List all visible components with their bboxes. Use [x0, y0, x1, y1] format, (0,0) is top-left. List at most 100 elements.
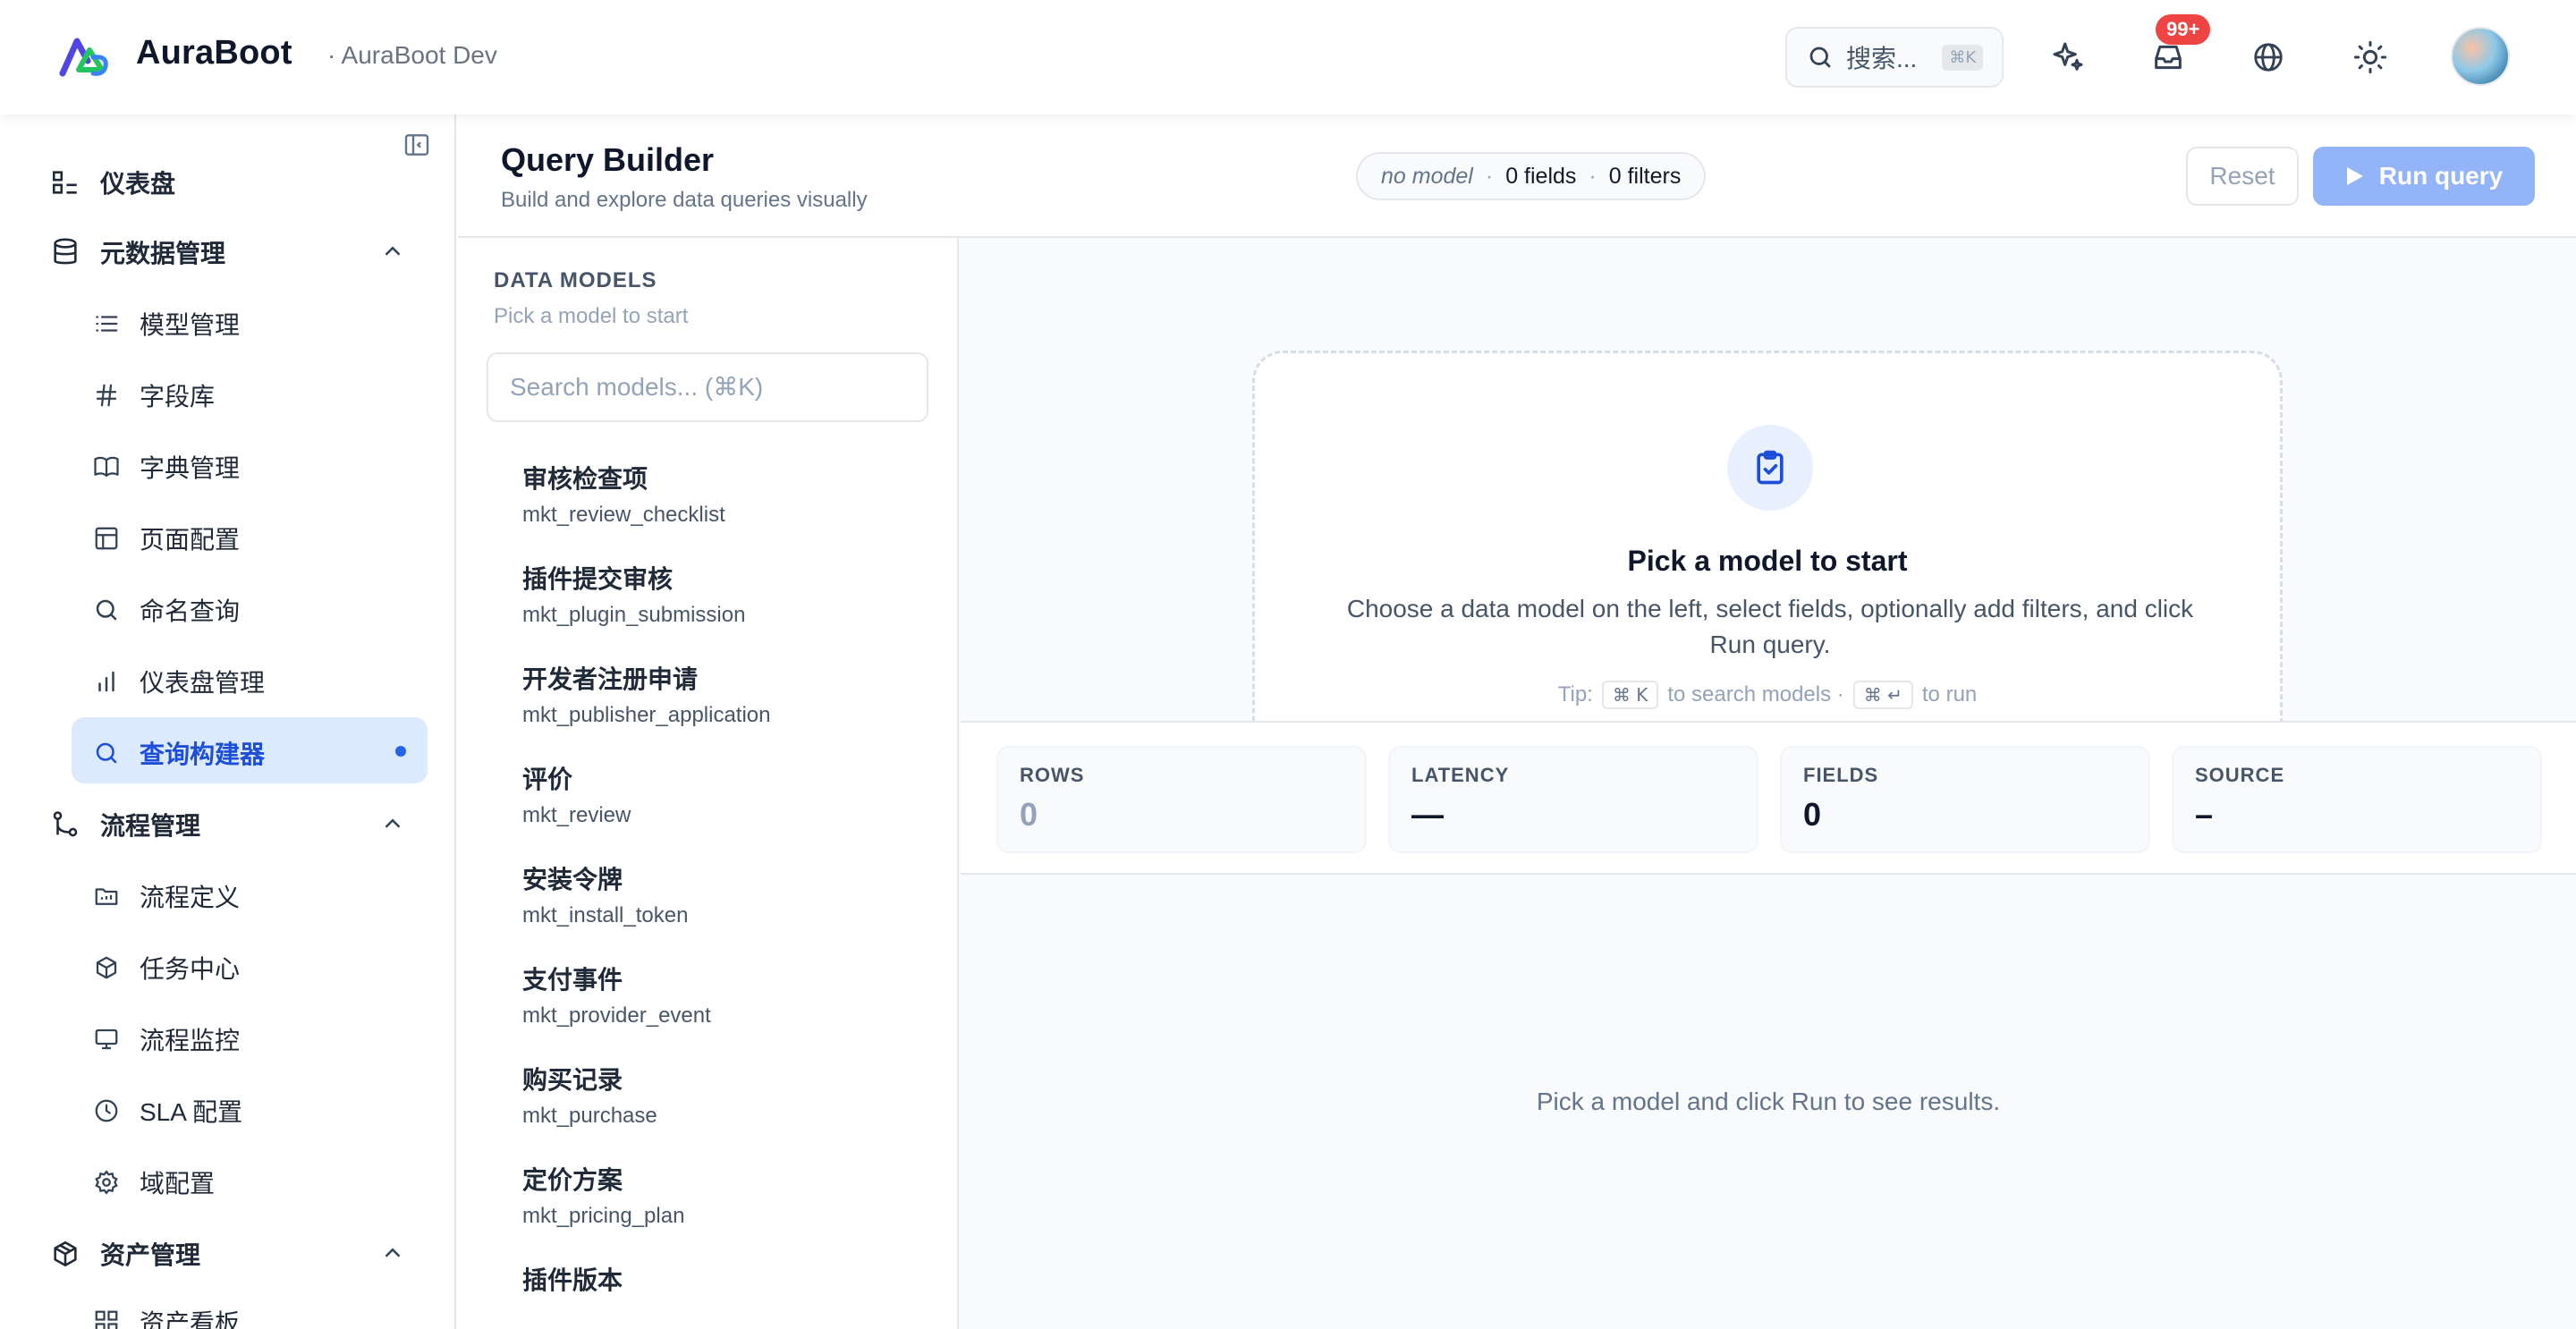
model-list-item[interactable]: 评价 mkt_review [522, 760, 934, 828]
chevron-up-icon[interactable] [379, 810, 406, 837]
page-title: Query Builder [501, 141, 715, 178]
model-name: 安装令牌 [522, 866, 623, 893]
models-search-input[interactable] [487, 352, 928, 422]
empty-state-title: Pick a model to start [1627, 545, 1908, 577]
sidebar-item-label: 仪表盘 [100, 170, 176, 198]
data-models-panel: DATA MODELS Pick a model to start 审核检查项 … [458, 238, 959, 1329]
stat-label: ROWS [1020, 764, 1085, 786]
sidebar-group-assets[interactable]: 资产管理 [50, 1236, 200, 1272]
search-shortcut: ⌘K [1942, 44, 1984, 71]
sidebar-item-label: 域配置 [140, 1170, 216, 1198]
model-list-item[interactable]: 插件提交审核 mkt_plugin_submission [522, 560, 934, 628]
tip-suffix: to run [1921, 682, 1978, 707]
sidebar-group-workflow[interactable]: 流程管理 [50, 807, 200, 842]
model-code: mkt_provider_event [522, 1003, 711, 1028]
reset-button[interactable]: Reset [2186, 147, 2299, 206]
sidebar-item-dashboard-manage[interactable]: 仪表盘管理 [93, 664, 265, 699]
language-button[interactable] [2247, 36, 2290, 79]
aura-logo-icon[interactable] [59, 34, 111, 80]
model-name: 购买记录 [522, 1066, 623, 1094]
sidebar-item-label: 流程管理 [100, 812, 201, 840]
models-subheading: Pick a model to start [494, 304, 689, 328]
search-label: 搜索... [1846, 45, 1918, 72]
global-search-button[interactable]: 搜索... ⌘K [1785, 27, 2004, 88]
sidebar-item-process-monitor[interactable]: 流程监控 [93, 1021, 240, 1057]
sidebar-item-dictionary[interactable]: 字典管理 [93, 449, 240, 485]
separator-dot: · [1485, 163, 1494, 189]
bar-chart-icon [98, 671, 114, 692]
database-icon [54, 238, 77, 265]
model-list-item[interactable]: 开发者注册申请 mkt_publisher_application [522, 660, 934, 728]
search-icon [96, 599, 117, 621]
sidebar-item-label: 页面配置 [140, 526, 241, 554]
search-icon [96, 742, 117, 764]
environment-label: · AuraBoot Dev [327, 41, 497, 69]
model-list-item[interactable]: 定价方案 mkt_pricing_plan [522, 1161, 934, 1229]
theme-toggle-button[interactable] [2349, 36, 2392, 79]
stat-value: — [1411, 796, 1444, 833]
top-bar: AuraBoot · AuraBoot Dev 搜索... ⌘K 99+ [0, 0, 2576, 114]
sidebar-item-dashboard[interactable]: 仪表盘 [50, 165, 175, 200]
sidebar-group-metadata[interactable]: 元数据管理 [50, 234, 225, 270]
model-code: mkt_plugin_submission [522, 603, 746, 627]
cube-icon [96, 956, 117, 979]
model-name: 审核检查项 [522, 465, 648, 493]
run-query-label: Run query [2378, 162, 2504, 190]
sidebar-item-page-config[interactable]: 页面配置 [93, 521, 240, 556]
active-indicator-dot [395, 746, 406, 757]
brand-name[interactable]: AuraBoot [136, 34, 292, 72]
model-name: 支付事件 [522, 966, 623, 994]
dashboard-icon [52, 171, 77, 194]
stat-label: FIELDS [1803, 764, 1879, 786]
stat-latency: LATENCY — [1388, 746, 1758, 853]
sidebar-item-task-center[interactable]: 任务中心 [93, 950, 240, 986]
model-list-item[interactable]: 插件版本 [522, 1261, 934, 1304]
stats-bar: ROWS 0 LATENCY — FIELDS 0 SOURCE – [961, 721, 2576, 875]
sidebar-item-asset-board[interactable]: 资产看板 [93, 1304, 240, 1329]
user-avatar[interactable] [2451, 27, 2510, 86]
grid-icon [95, 1310, 118, 1329]
layout-icon [95, 527, 118, 550]
model-code: mkt_pricing_plan [522, 1204, 685, 1228]
stat-label: LATENCY [1411, 764, 1510, 786]
sidebar-item-models[interactable]: 模型管理 [93, 306, 240, 342]
run-shortcut-key: ⌘ ↵ [1852, 681, 1913, 709]
model-code: mkt_review_checklist [522, 503, 725, 527]
separator-dot: · [1589, 163, 1597, 189]
sidebar-item-label: 资产看板 [140, 1309, 241, 1329]
selected-model-label: no model [1381, 163, 1473, 189]
keyboard-tip: Tip: ⌘ K to search models · ⌘ ↵ to run [1255, 681, 2280, 709]
stat-source: SOURCE – [2172, 746, 2542, 853]
model-list-item[interactable]: 审核检查项 mkt_review_checklist [522, 460, 934, 528]
sidebar-item-domain-config[interactable]: 域配置 [93, 1164, 215, 1200]
model-code: mkt_purchase [522, 1104, 657, 1128]
sidebar-collapse-icon[interactable] [402, 131, 431, 159]
notification-badge: 99+ [2156, 14, 2211, 45]
sidebar-item-fields[interactable]: 字段库 [93, 377, 215, 413]
results-empty-message: Pick a model and click Run to see result… [1536, 1088, 2001, 1115]
clock-icon [95, 1099, 118, 1122]
sidebar-item-named-query[interactable]: 命名查询 [93, 592, 240, 628]
model-code: mkt_publisher_application [522, 703, 771, 727]
model-name: 开发者注册申请 [522, 665, 699, 693]
sidebar-item-label: 流程定义 [140, 884, 241, 911]
sidebar-item-query-builder[interactable]: 查询构建器 [93, 735, 265, 771]
chevron-up-icon[interactable] [379, 1240, 406, 1266]
model-name: 插件提交审核 [522, 565, 674, 593]
monitor-icon [95, 1028, 118, 1050]
model-list-item[interactable]: 安装令牌 mkt_install_token [522, 860, 934, 928]
model-list-item[interactable]: 购买记录 mkt_purchase [522, 1061, 934, 1129]
empty-state-icon-wrap [1727, 425, 1813, 511]
sidebar-item-label: 流程监控 [140, 1027, 241, 1054]
sidebar-item-sla-config[interactable]: SLA 配置 [93, 1093, 242, 1129]
model-list-item[interactable]: 支付事件 mkt_provider_event [522, 961, 934, 1028]
stat-value: 0 [1803, 796, 1822, 833]
chevron-up-icon[interactable] [379, 238, 406, 265]
filters-count-label: 0 filters [1608, 163, 1682, 189]
sidebar-item-process-def[interactable]: 流程定义 [93, 878, 240, 914]
run-query-button[interactable]: Run query [2313, 147, 2535, 206]
ai-sparkle-button[interactable] [2046, 36, 2089, 79]
fields-count-label: 0 fields [1505, 163, 1577, 189]
git-branch-icon [53, 811, 78, 837]
sidebar-item-label: SLA 配置 [140, 1098, 243, 1126]
